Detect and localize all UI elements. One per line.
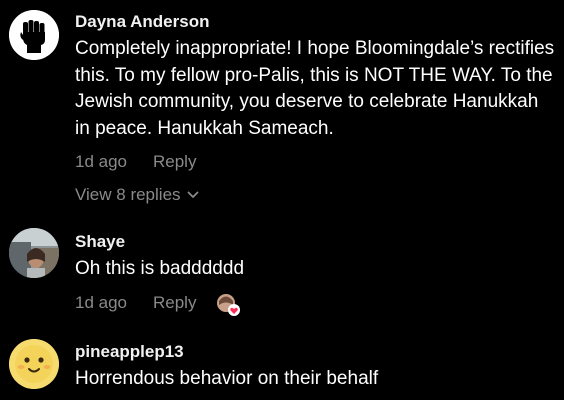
comment-meta: 1d ago Reply — [75, 152, 556, 172]
chevron-down-icon — [187, 191, 198, 198]
comment-feed: Dayna Anderson Completely inappropriate!… — [0, 0, 564, 400]
creator-liked-heart-icon — [217, 293, 241, 316]
user-photo-icon — [9, 228, 59, 278]
comment-username[interactable]: Dayna Anderson — [75, 12, 556, 32]
raised-fist-icon — [9, 10, 59, 60]
avatar[interactable] — [9, 228, 59, 278]
comment-username[interactable]: Shaye — [75, 232, 556, 252]
reply-button[interactable]: Reply — [153, 293, 196, 313]
comment-timestamp: 1d ago — [75, 152, 127, 171]
view-replies-label: View 8 replies — [75, 185, 181, 204]
smiley-face-icon — [9, 339, 59, 389]
view-replies-button[interactable]: View 8 replies — [75, 185, 556, 205]
avatar[interactable] — [9, 10, 59, 60]
comment-text: Horrendous behavior on their behalf — [75, 368, 379, 389]
comment-text: Completely inappropriate! I hope Bloomin… — [75, 38, 555, 139]
avatar[interactable] — [9, 339, 59, 389]
creator-liked-badge — [216, 293, 241, 316]
comment-meta: 1d ago Reply — [75, 292, 556, 316]
comment-username[interactable]: pineapplep13 — [75, 342, 556, 362]
reply-button[interactable]: Reply — [153, 152, 196, 172]
comment-timestamp: 1d ago — [75, 292, 127, 312]
comment-text: Oh this is badddddd — [75, 258, 245, 279]
